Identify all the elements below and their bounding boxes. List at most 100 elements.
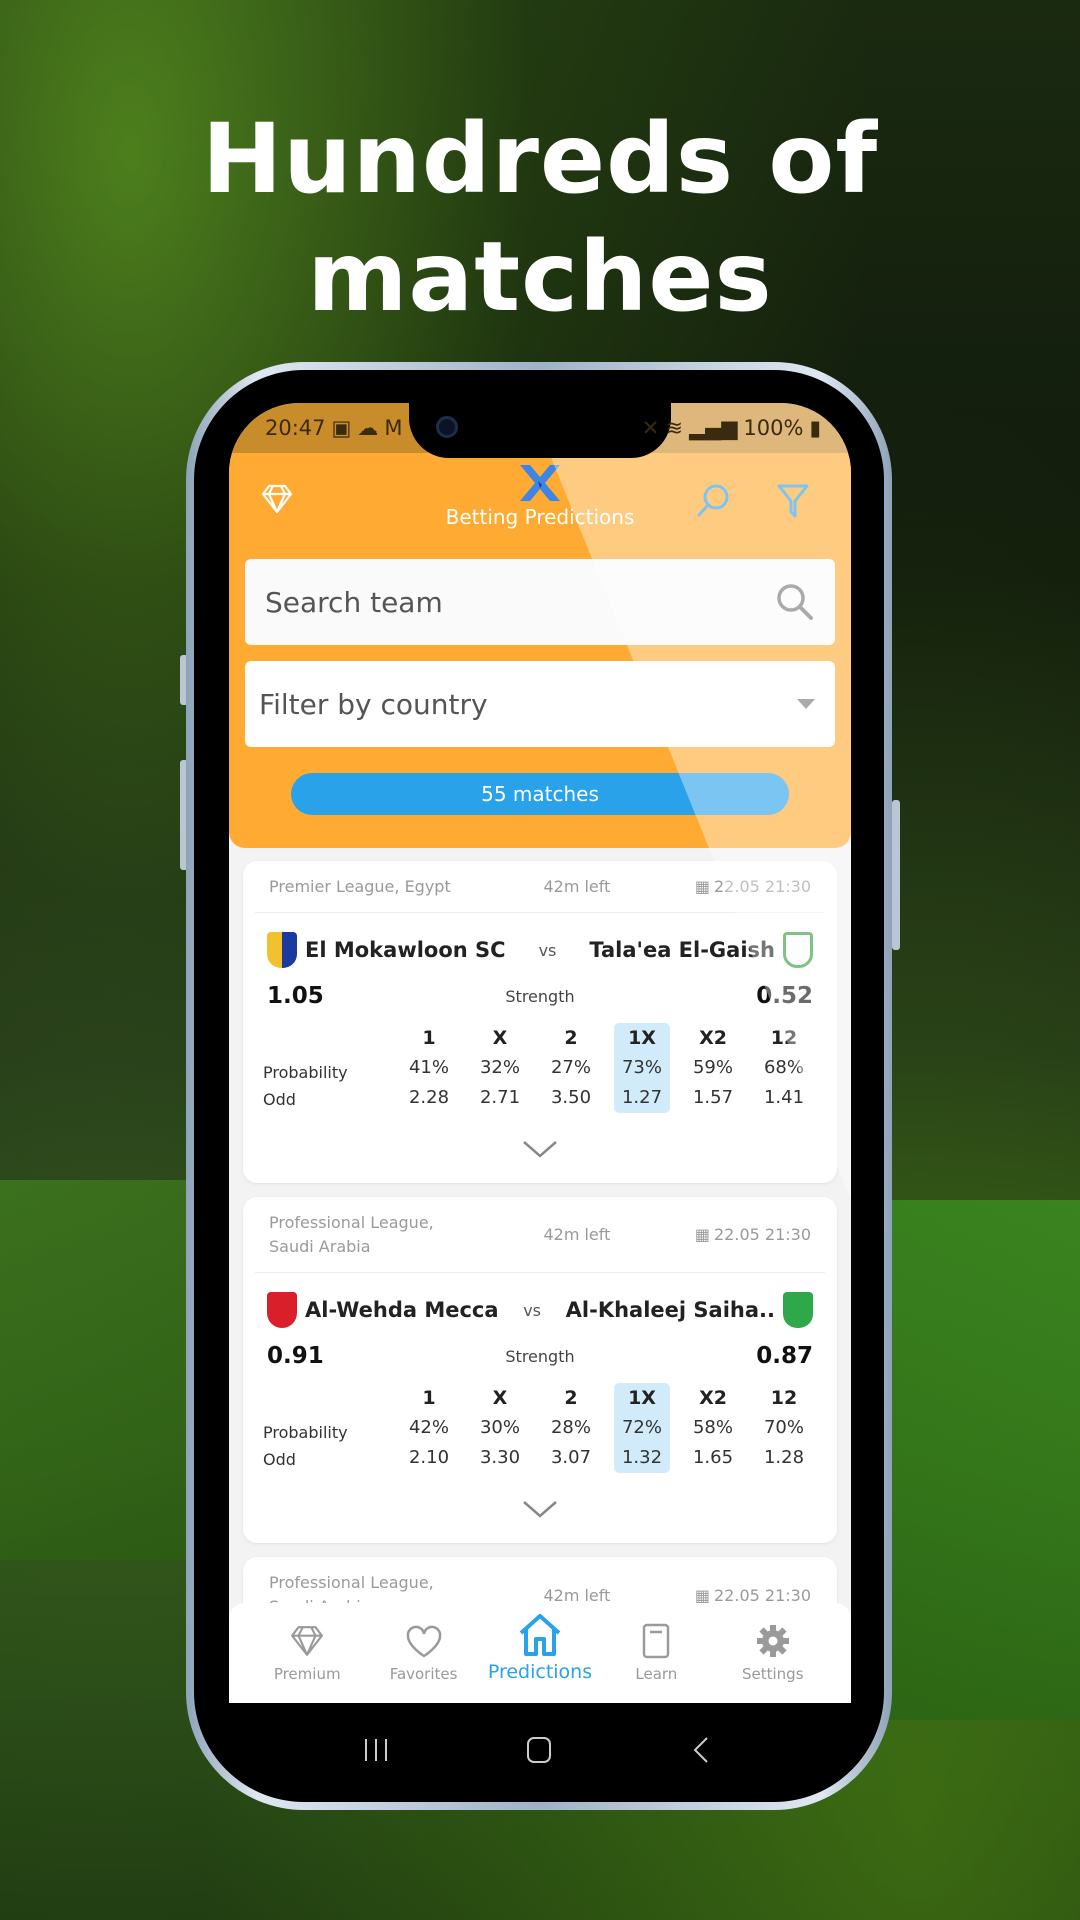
odds-table: Probability Odd 1 42% 2.10 X 30% 3.30 2 28% 3.… <box>243 1383 837 1493</box>
bottom-navigation: Premium Favorites Predictions Learn Sett… <box>229 1603 851 1703</box>
odd-label: Odd <box>263 1090 296 1109</box>
filter-icon <box>777 484 809 518</box>
time-left: 42m left <box>543 1585 611 1605</box>
back-icon[interactable] <box>687 1735 717 1765</box>
odds-column[interactable]: 12 68% 1.41 <box>756 1023 812 1113</box>
book-icon <box>643 1623 670 1659</box>
recent-apps-icon[interactable] <box>361 1735 391 1765</box>
system-navigation-bar <box>194 1710 884 1790</box>
battery-level: 100% <box>743 416 804 440</box>
match-card[interactable]: Professional League, Saudi Arabia 42m le… <box>243 1197 837 1543</box>
nav-premium[interactable]: Premium <box>257 1625 357 1683</box>
match-date: 22.05 21:30 <box>714 1585 811 1605</box>
nav-label: Favorites <box>389 1665 458 1683</box>
heart-icon <box>406 1625 441 1658</box>
app-title: Betting Predictions <box>445 505 635 529</box>
nav-settings[interactable]: Settings <box>723 1623 823 1683</box>
signal-icon: ▂▄▆ <box>688 416 738 440</box>
battery-icon: ▮ <box>809 416 821 440</box>
home-icon <box>519 1614 561 1656</box>
odds-column[interactable]: X 32% 2.71 <box>472 1023 528 1113</box>
calendar-icon: ▦ <box>694 877 710 896</box>
nav-favorites[interactable]: Favorites <box>374 1625 474 1683</box>
country-filter-placeholder: Filter by country <box>259 687 488 721</box>
strength-label: Strength <box>505 1346 575 1366</box>
nav-predictions[interactable]: Predictions <box>487 1613 593 1683</box>
team-crest <box>267 932 297 968</box>
app-bar: Betting Predictions Search team Filter b… <box>229 453 851 848</box>
time-left: 42m left <box>543 1225 611 1244</box>
team-crest <box>783 932 813 968</box>
strength-label: Strength <box>505 986 575 1006</box>
headline-line-2: matches <box>307 221 773 333</box>
odds-column[interactable]: X2 58% 1.65 <box>685 1383 741 1473</box>
status-time: 20:47 <box>265 416 326 440</box>
nav-label: Premium <box>273 1665 341 1683</box>
search-icon <box>697 484 729 517</box>
team-crest <box>267 1292 297 1328</box>
home-strength: 0.91 <box>267 1343 324 1369</box>
home-team-name: El Mokawloon SC <box>305 938 506 962</box>
odds-column[interactable]: X 30% 3.30 <box>472 1383 528 1473</box>
diamond-icon <box>291 1626 324 1656</box>
odds-column[interactable]: 2 27% 3.50 <box>543 1023 599 1113</box>
probability-label: Probability <box>263 1063 348 1082</box>
away-strength: 0.52 <box>756 983 813 1009</box>
nav-label: Settings <box>741 1665 804 1683</box>
away-team-name: Al-Khaleej Saiha.. <box>565 1298 775 1322</box>
nav-label: Learn <box>635 1665 678 1683</box>
search-button[interactable] <box>693 481 733 521</box>
odds-column[interactable]: 2 28% 3.07 <box>543 1383 599 1473</box>
away-team-name: Tala'ea El-Gaish <box>589 938 775 962</box>
calendar-icon: ▦ <box>694 1225 710 1244</box>
gear-icon <box>756 1625 789 1657</box>
search-placeholder: Search team <box>265 585 443 619</box>
calendar-icon: ▦ <box>694 1585 710 1605</box>
nav-label: Predictions <box>487 1661 593 1683</box>
league-name: Premier League, Egypt <box>269 876 451 896</box>
app-screen: 20:47 ▣ ☁ M ✕ ≋ ▂▄▆ 100% ▮ Betting Predi… <box>229 403 851 1703</box>
league-name: Professional League, Saudi Arabia <box>269 1212 434 1256</box>
odds-column[interactable]: 1 41% 2.28 <box>401 1023 457 1113</box>
home-team-name: Al-Wehda Mecca <box>305 1298 499 1322</box>
team-crest <box>782 1292 813 1328</box>
phone-frame: 20:47 ▣ ☁ M ✕ ≋ ▂▄▆ 100% ▮ Betting Predi… <box>186 362 892 1810</box>
vs-label: vs <box>523 1300 542 1320</box>
odd-label: Odd <box>263 1450 296 1469</box>
gmail-icon: M <box>384 416 403 440</box>
mute-icon: ✕ <box>641 416 660 440</box>
image-notification-icon: ▣ <box>331 416 352 440</box>
search-input[interactable]: Search team <box>245 559 835 645</box>
odds-column[interactable]: 1 42% 2.10 <box>401 1383 457 1473</box>
wifi-icon: ≋ <box>665 416 683 440</box>
app-brand: Betting Predictions <box>229 463 851 529</box>
app-logo-x <box>520 465 560 501</box>
front-camera <box>436 416 458 438</box>
phone-side-button <box>892 800 900 950</box>
search-icon <box>777 584 813 620</box>
odds-column-highlighted[interactable]: 1X 73% 1.27 <box>614 1023 670 1113</box>
headline: Hundreds of matches <box>0 100 1080 336</box>
time-left: 42m left <box>543 877 611 896</box>
home-button-icon[interactable] <box>524 1735 554 1765</box>
expand-chevron-icon[interactable] <box>520 1139 560 1159</box>
away-strength: 0.87 <box>756 1343 813 1369</box>
home-strength: 1.05 <box>267 983 324 1009</box>
nav-learn[interactable]: Learn <box>606 1623 706 1683</box>
background-pitch <box>880 1200 1080 1720</box>
expand-chevron-icon[interactable] <box>520 1499 560 1519</box>
match-card[interactable]: Premier League, Egypt 42m left ▦ 22.05 21… <box>243 861 837 1183</box>
match-date: 22.05 21:30 <box>714 1225 811 1244</box>
odds-column[interactable]: 12 70% 1.28 <box>756 1383 812 1473</box>
headline-line-1: Hundreds of <box>201 103 879 215</box>
odds-column-highlighted[interactable]: 1X 72% 1.32 <box>614 1383 670 1473</box>
country-filter-select[interactable]: Filter by country <box>245 661 835 747</box>
odds-table: Probability Odd 1 41% 2.28 X 32% 2.71 2 27% 3.… <box>243 1023 837 1133</box>
background-pitch <box>0 1180 200 1560</box>
probability-label: Probability <box>263 1423 348 1442</box>
odds-column[interactable]: X2 59% 1.57 <box>685 1023 741 1113</box>
match-date: 22.05 21:30 <box>714 877 811 896</box>
dropdown-arrow-icon <box>797 699 815 709</box>
filter-button[interactable] <box>773 481 813 521</box>
matches-count-badge: 55 matches <box>291 773 789 815</box>
